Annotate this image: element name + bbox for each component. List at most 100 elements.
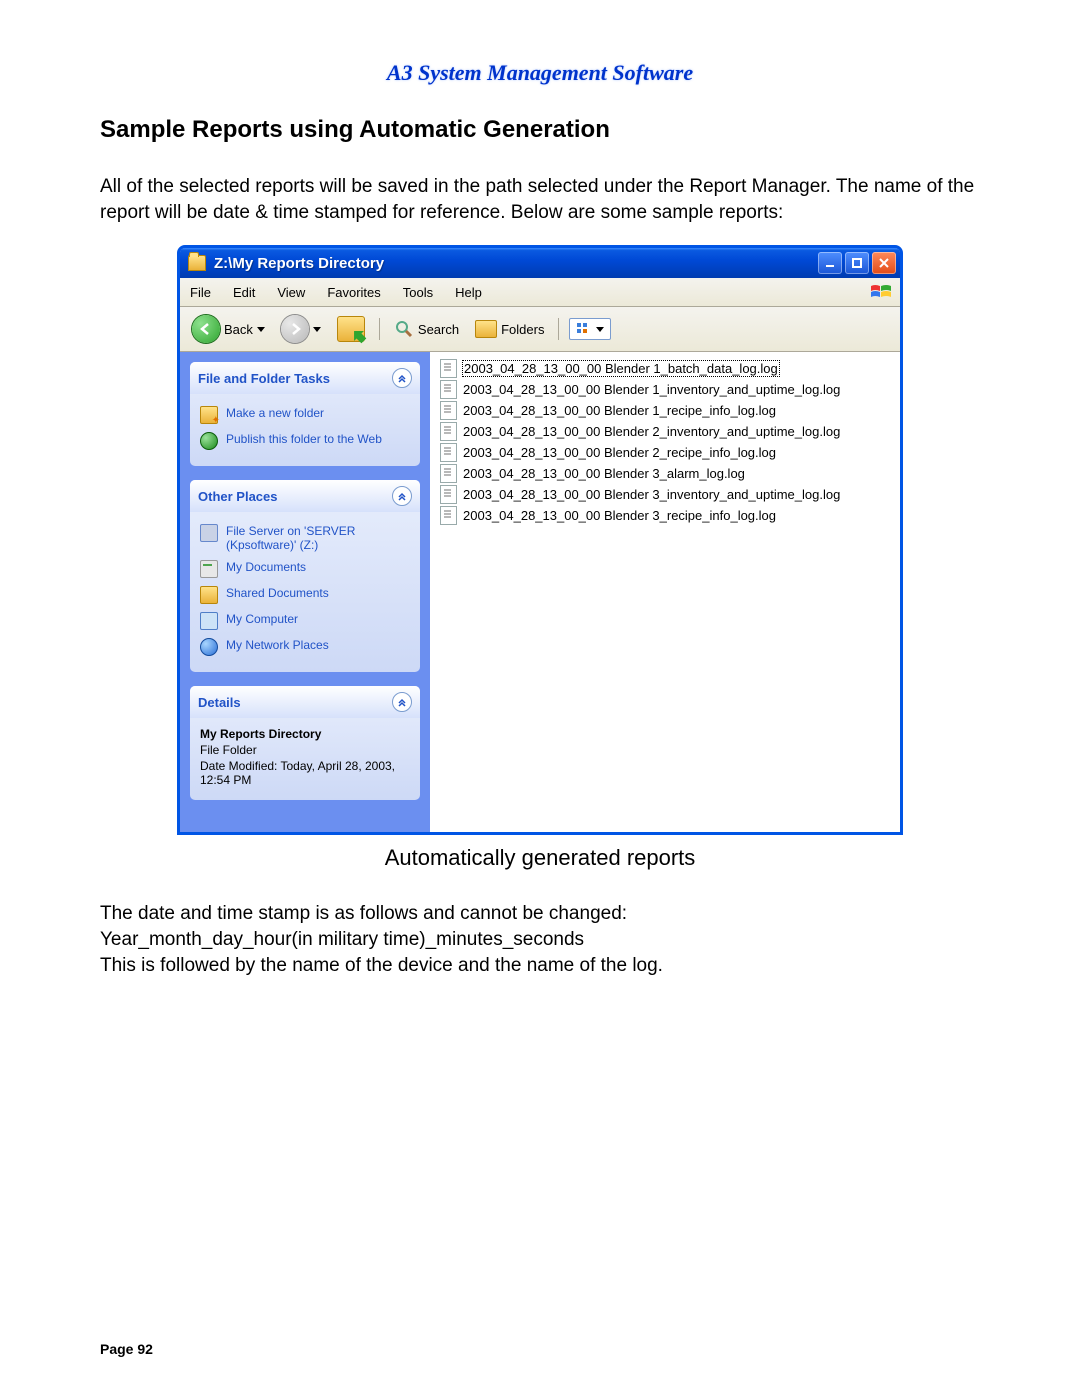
footer-line-3: This is followed by the name of the devi… [100,953,980,979]
forward-dropdown-icon[interactable] [313,327,321,332]
place-label: File Server on 'SERVER (Kpsoftware)' (Z:… [226,524,410,552]
places-panel: Other Places File Server on 'SERVER (Kps… [190,480,420,672]
file-icon [440,443,457,462]
place-label: My Network Places [226,638,329,652]
chevron-up-icon [397,697,407,707]
place-item[interactable]: File Server on 'SERVER (Kpsoftware)' (Z:… [200,520,410,556]
globe-icon [200,432,218,450]
file-icon [440,380,457,399]
forward-button[interactable] [277,313,325,345]
footer-line-2: Year_month_day_hour(in military time)_mi… [100,927,980,953]
place-item[interactable]: Shared Documents [200,582,410,608]
file-item[interactable]: 2003_04_28_13_00_00 Blender 1_batch_data… [440,358,890,379]
window-title: Z:\My Reports Directory [214,255,818,272]
menu-view[interactable]: View [273,283,309,302]
up-button[interactable] [333,314,369,344]
file-name: 2003_04_28_13_00_00 Blender 3_recipe_inf… [463,508,776,523]
file-name: 2003_04_28_13_00_00 Blender 1_batch_data… [463,361,779,376]
details-name: My Reports Directory [200,726,410,742]
menu-favorites[interactable]: Favorites [323,283,384,302]
file-item[interactable]: 2003_04_28_13_00_00 Blender 3_recipe_inf… [440,505,890,526]
file-icon [440,464,457,483]
back-label: Back [224,322,253,337]
new-folder-icon [200,406,218,424]
places-panel-title: Other Places [198,489,278,504]
window-titlebar[interactable]: Z:\My Reports Directory [180,248,900,278]
file-icon [440,485,457,504]
file-item[interactable]: 2003_04_28_13_00_00 Blender 2_recipe_inf… [440,442,890,463]
chevron-up-icon [397,491,407,501]
section-title: Sample Reports using Automatic Generatio… [100,116,980,144]
views-icon [576,322,592,336]
search-label: Search [418,322,459,337]
file-name: 2003_04_28_13_00_00 Blender 1_inventory_… [463,382,840,397]
views-button[interactable] [569,318,611,340]
file-name: 2003_04_28_13_00_00 Blender 3_inventory_… [463,487,840,502]
file-name: 2003_04_28_13_00_00 Blender 1_recipe_inf… [463,403,776,418]
place-label: My Documents [226,560,306,574]
file-item[interactable]: 2003_04_28_13_00_00 Blender 1_inventory_… [440,379,890,400]
windows-flag-icon [868,281,894,303]
file-icon [440,506,457,525]
collapse-button[interactable] [392,368,412,388]
details-modified: Date Modified: Today, April 28, 2003, 12… [200,758,410,788]
file-name: 2003_04_28_13_00_00 Blender 3_alarm_log.… [463,466,745,481]
maximize-button[interactable] [845,252,869,274]
toolbar: Back Search Folders [180,307,900,352]
back-button[interactable]: Back [188,313,269,345]
file-item[interactable]: 2003_04_28_13_00_00 Blender 2_inventory_… [440,421,890,442]
page-number: Page 92 [100,1341,153,1357]
task-label: Publish this folder to the Web [226,432,382,446]
close-button[interactable] [872,252,896,274]
folder-icon [200,586,218,604]
search-button[interactable]: Search [390,317,463,341]
back-arrow-icon [192,315,220,343]
menu-edit[interactable]: Edit [229,283,259,302]
menu-help[interactable]: Help [451,283,486,302]
file-icon [440,401,457,420]
file-list[interactable]: 2003_04_28_13_00_00 Blender 1_batch_data… [430,352,900,832]
task-item[interactable]: Publish this folder to the Web [200,428,410,454]
details-panel: Details My Reports Directory File Folder… [190,686,420,800]
task-item[interactable]: Make a new folder [200,402,410,428]
computer-icon [200,612,218,630]
collapse-button[interactable] [392,486,412,506]
forward-arrow-icon [281,315,309,343]
place-item[interactable]: My Network Places [200,634,410,660]
folder-icon [188,255,206,271]
chevron-up-icon [397,373,407,383]
up-folder-icon [337,316,365,342]
place-label: My Computer [226,612,298,626]
document-header: A3 System Management Software [100,60,980,86]
footer-line-1: The date and time stamp is as follows an… [100,901,980,927]
side-pane: File and Folder Tasks Make a new folder [180,352,430,832]
collapse-button[interactable] [392,692,412,712]
file-icon [440,422,457,441]
views-dropdown-icon[interactable] [596,327,604,332]
place-item[interactable]: My Documents [200,556,410,582]
folders-label: Folders [501,322,544,337]
explorer-window: Z:\My Reports Directory File Edit View F… [177,245,903,835]
file-name: 2003_04_28_13_00_00 Blender 2_recipe_inf… [463,445,776,460]
tasks-panel: File and Folder Tasks Make a new folder [190,362,420,466]
file-item[interactable]: 2003_04_28_13_00_00 Blender 1_recipe_inf… [440,400,890,421]
details-panel-title: Details [198,695,241,710]
folders-button[interactable]: Folders [471,318,548,340]
menu-tools[interactable]: Tools [399,283,437,302]
place-label: Shared Documents [226,586,329,600]
documents-icon [200,560,218,578]
minimize-button[interactable] [818,252,842,274]
network-places-icon [200,638,218,656]
file-item[interactable]: 2003_04_28_13_00_00 Blender 3_alarm_log.… [440,463,890,484]
back-dropdown-icon[interactable] [257,327,265,332]
place-item[interactable]: My Computer [200,608,410,634]
folders-icon [475,320,497,338]
network-drive-icon [200,524,218,542]
figure-caption: Automatically generated reports [100,845,980,871]
menu-file[interactable]: File [186,283,215,302]
details-type: File Folder [200,742,410,758]
task-label: Make a new folder [226,406,324,420]
tasks-panel-title: File and Folder Tasks [198,371,330,386]
menu-bar: File Edit View Favorites Tools Help [180,278,900,307]
file-item[interactable]: 2003_04_28_13_00_00 Blender 3_inventory_… [440,484,890,505]
